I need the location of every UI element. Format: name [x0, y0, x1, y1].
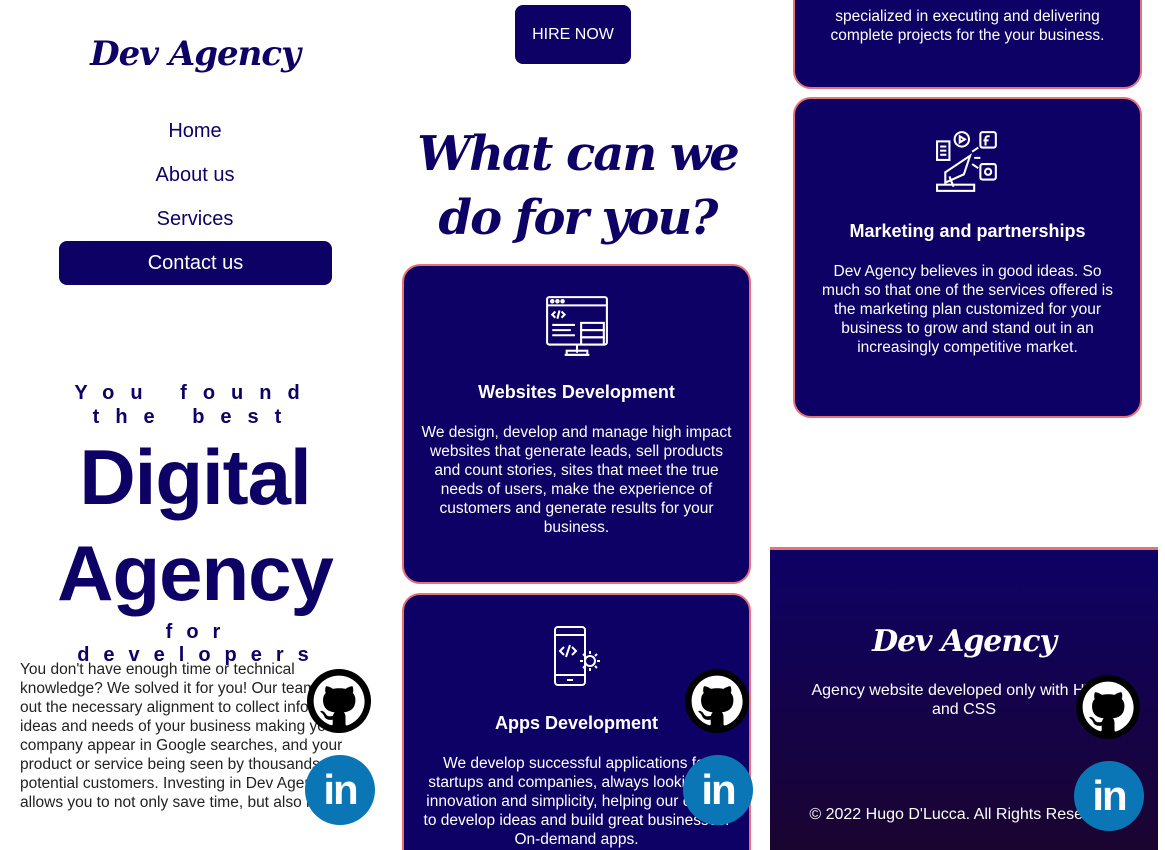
main-nav: Home About us Services	[0, 118, 390, 250]
web-development-icon	[545, 296, 608, 356]
mobile-view-services-footer: specialized in executing and delivering …	[765, 0, 1165, 850]
linkedin-icon[interactable]: in	[305, 755, 375, 825]
mobile-app-icon	[553, 626, 600, 686]
marketing-icon	[935, 131, 997, 192]
card-text: Dev Agency believes in good ideas. So mu…	[822, 263, 1113, 356]
nav-item-home[interactable]: Home	[0, 118, 390, 162]
mobile-view-services: HIRE NOW What can we do for you? Website…	[390, 0, 765, 850]
service-card-partial: specialized in executing and delivering …	[793, 0, 1142, 89]
service-card-websites: Websites Development We design, develop …	[402, 264, 751, 584]
mobile-view-header-hero: Dev Agency Home About us Services Contac…	[0, 0, 390, 850]
hero-tagline-top: You found the best	[74, 382, 316, 428]
github-icon-glyph	[691, 675, 743, 726]
linkedin-icon[interactable]: in	[683, 755, 753, 825]
card-text: specialized in executing and delivering …	[830, 8, 1105, 44]
github-icon[interactable]	[307, 669, 371, 733]
footer-logo[interactable]: Dev Agency	[770, 624, 1158, 659]
contact-us-button[interactable]: Contact us	[59, 241, 332, 285]
github-icon-glyph	[1082, 681, 1134, 732]
card-title: Websites Development	[478, 382, 675, 402]
nav-item-about[interactable]: About us	[0, 162, 390, 206]
services-heading: What can we do for you?	[417, 126, 740, 246]
site-footer: Dev Agency Agency website developed only…	[770, 547, 1158, 850]
hero-title-line2: Agency	[57, 529, 334, 617]
linkedin-icon[interactable]: in	[1074, 761, 1144, 831]
card-title: Marketing and partnerships	[849, 221, 1086, 241]
hero-title-line1: Digital	[79, 433, 311, 521]
github-icon-glyph	[313, 675, 365, 726]
brand-logo[interactable]: Dev Agency	[0, 34, 390, 74]
card-text: We design, develop and manage high impac…	[421, 424, 732, 536]
hire-now-button[interactable]: HIRE NOW	[515, 5, 631, 64]
service-card-marketing: Marketing and partnerships Dev Agency be…	[793, 97, 1142, 418]
github-icon[interactable]	[685, 669, 749, 733]
github-icon[interactable]	[1076, 675, 1140, 739]
